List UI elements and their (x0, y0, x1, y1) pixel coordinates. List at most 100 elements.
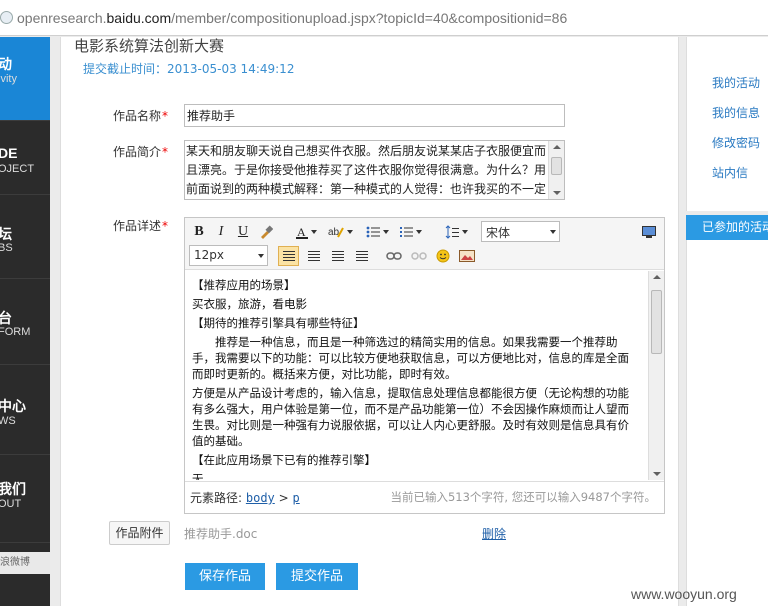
font-size-select[interactable]: 12px (189, 245, 268, 266)
content-paragraph: 买衣服，旅游，看电影 (192, 297, 307, 311)
joined-activities-tab[interactable]: 已参加的活动 (686, 215, 768, 240)
content-paragraph: 【期待的推荐引擎具有哪些特征】 (192, 316, 365, 330)
scroll-down-icon[interactable] (553, 191, 561, 195)
editor-content: 【推荐应用的场景】 买衣服，旅游，看电影 【期待的推荐引擎具有哪些特征】 推荐是… (192, 277, 640, 480)
image-icon[interactable] (457, 246, 477, 266)
format-brush-icon[interactable] (257, 222, 275, 242)
nav-item-sublabel: FORM (0, 326, 31, 338)
nav-item-sublabel: ivity (0, 73, 17, 85)
element-path: 元素路径: body > p (190, 489, 300, 506)
required-mark: * (162, 219, 169, 233)
path-separator: > (278, 491, 289, 505)
intro-scrollbar[interactable] (548, 141, 564, 199)
unlink-icon[interactable] (409, 246, 429, 266)
highlight-color-button[interactable]: ab (325, 222, 355, 242)
required-mark: * (162, 145, 169, 159)
globe-icon (0, 11, 13, 24)
element-path-label: 元素路径: (190, 491, 243, 505)
fullscreen-icon[interactable] (640, 222, 658, 242)
save-button[interactable]: 保存作品 (185, 563, 265, 590)
url-path: /member/compositionupload.jspx?topicId=4… (171, 10, 568, 26)
nav-item-about[interactable]: 我们 OUT (0, 455, 50, 543)
align-center-button[interactable] (304, 246, 324, 266)
address-bar[interactable]: openresearch.baidu.com/member/compositio… (0, 0, 768, 36)
page-title: 电影系统算法创新大赛 (74, 37, 225, 55)
work-intro-textarea[interactable]: 某天和朋友聊天说自己想买件衣服。然后朋友说某某店子衣服便宜而且漂亮。于是你接受他… (184, 140, 565, 200)
my-activity-link[interactable]: 我的活动 (712, 74, 760, 91)
detail-label-text: 作品详述 (113, 219, 162, 233)
chevron-down-icon (258, 254, 264, 258)
watermark: www.wooyun.org (631, 586, 737, 602)
nav-item-project[interactable]: DE OJECT (0, 107, 50, 195)
scrollbar-thumb[interactable] (651, 290, 662, 354)
right-sidebar: 我的活动 我的信息 修改密码 站内信 已参加的活动 (686, 37, 768, 606)
nav-item-label: 坛 (0, 226, 12, 242)
line-height-button[interactable] (441, 222, 471, 242)
unordered-list-button[interactable] (395, 222, 425, 242)
scrollbar-thumb[interactable] (551, 157, 562, 175)
path-body-link[interactable]: body (246, 491, 275, 505)
align-left-button[interactable] (278, 246, 299, 266)
scroll-up-icon[interactable] (653, 275, 661, 279)
nav-item-platform[interactable]: 台 FORM (0, 279, 50, 365)
url-prefix: openresearch. (17, 10, 107, 26)
font-color-button[interactable]: A (293, 222, 319, 242)
nav-item-label: 中心 (0, 398, 26, 414)
char-count: 当前已输入513个字符, 您还可以输入9487个字符。 (390, 490, 656, 504)
required-mark: * (162, 109, 169, 123)
scroll-up-icon[interactable] (553, 145, 561, 149)
user-menu: 我的活动 我的信息 修改密码 站内信 (686, 37, 768, 211)
nav-item-sublabel: WS (0, 415, 16, 427)
nav-item-bbs[interactable]: 坛 BS (0, 195, 50, 279)
font-family-select[interactable]: 宋体 (481, 221, 560, 242)
nav-item-news[interactable]: 中心 WS (0, 365, 50, 455)
editor-toolbar: B I U A ab 宋体 12px (185, 218, 664, 270)
attachment-filename: 推荐助手.doc (184, 527, 258, 541)
intro-label: 作品简介* (113, 143, 168, 160)
attach-button[interactable]: 作品附件 (109, 521, 170, 545)
submit-button[interactable]: 提交作品 (276, 563, 358, 590)
delete-attachment-link[interactable]: 删除 (482, 525, 506, 542)
ordered-list-button[interactable] (362, 222, 392, 242)
joined-activities-panel (686, 240, 768, 606)
align-right-button[interactable] (328, 246, 348, 266)
bold-button[interactable]: B (191, 222, 207, 242)
name-label: 作品名称* (113, 107, 168, 124)
submission-deadline: 提交截止时间：2013-05-03 14:49:12 (83, 62, 295, 76)
editor-statusbar: 元素路径: body > p 当前已输入513个字符, 您还可以输入9487个字… (185, 481, 664, 513)
intro-text: 某天和朋友聊天说自己想买件衣服。然后朋友说某某店子衣服便宜而且漂亮。于是你接受他… (186, 144, 547, 196)
nav-item-label: 我们 (0, 481, 26, 497)
main-panel: 电影系统算法创新大赛 提交截止时间：2013-05-03 14:49:12 作品… (60, 37, 679, 606)
messages-link[interactable]: 站内信 (712, 164, 748, 181)
chevron-down-icon (550, 230, 556, 234)
nav-item-sublabel: OJECT (0, 163, 35, 175)
italic-button[interactable]: I (213, 222, 229, 242)
emoticon-icon[interactable] (433, 246, 453, 266)
url-text[interactable]: openresearch.baidu.com/member/compositio… (17, 10, 567, 26)
editor-content-area[interactable]: 【推荐应用的场景】 买衣服，旅游，看电影 【期待的推荐引擎具有哪些特征】 推荐是… (185, 271, 664, 480)
path-p-link[interactable]: p (293, 491, 300, 505)
work-name-input[interactable] (184, 104, 565, 127)
weibo-link[interactable]: 浪微博 (0, 552, 50, 574)
nav-item-label: DE (0, 145, 18, 161)
align-justify-button[interactable] (352, 246, 372, 266)
underline-button[interactable]: U (235, 222, 251, 242)
nav-item-sublabel: BS (0, 242, 13, 254)
name-label-text: 作品名称 (113, 109, 162, 123)
svg-text:A: A (297, 225, 306, 239)
nav-item-label: 动 (0, 56, 12, 72)
nav-item-sublabel: OUT (0, 498, 22, 510)
intro-label-text: 作品简介 (113, 145, 162, 159)
link-icon[interactable] (384, 246, 404, 266)
left-nav: 动 ivity DE OJECT 坛 BS 台 FORM 中心 WS 我们 OU… (0, 37, 50, 606)
my-info-link[interactable]: 我的信息 (712, 104, 760, 121)
content-paragraph: 推荐是一种信息，而且是一种筛选过的精简实用的信息。如果我需要一个推荐助手，我需要… (192, 335, 629, 381)
detail-label: 作品详述* (113, 217, 168, 234)
nav-item-label: 台 (0, 310, 12, 326)
scroll-down-icon[interactable] (653, 472, 661, 476)
font-size-value: 12px (194, 248, 224, 262)
change-password-link[interactable]: 修改密码 (712, 134, 760, 151)
editor-scrollbar[interactable] (648, 271, 664, 480)
content-paragraph: 【在此应用场景下已有的推荐引擎】 (192, 453, 376, 467)
content-paragraph: 【推荐应用的场景】 (192, 278, 296, 292)
